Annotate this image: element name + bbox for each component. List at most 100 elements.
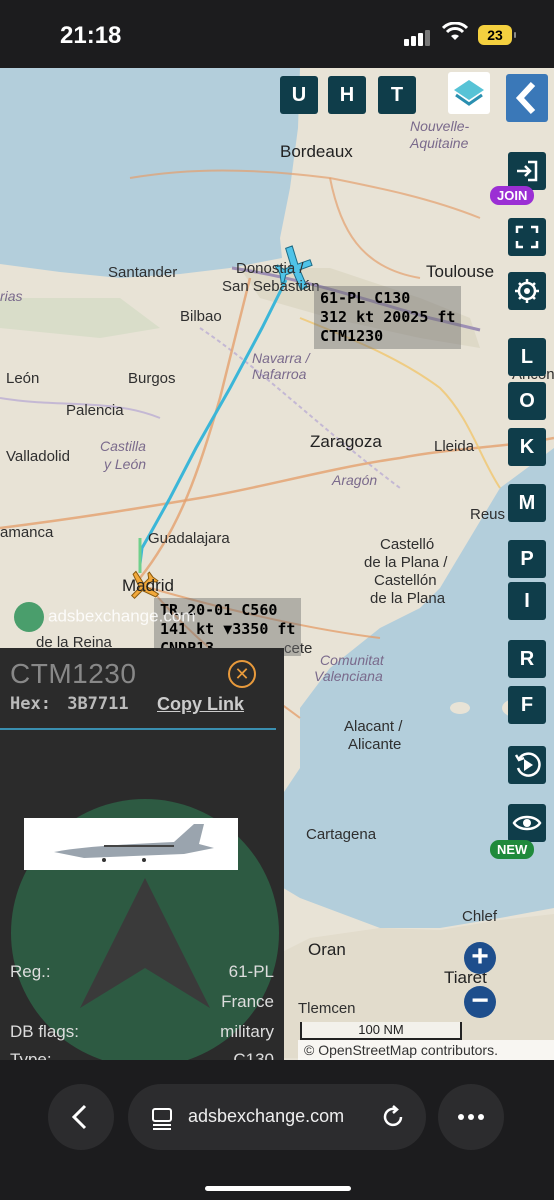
k-button[interactable]: K [508, 428, 546, 466]
map-label: Aquitaine [410, 135, 469, 151]
map-label: Donostia / [236, 260, 304, 277]
aircraft-info-panel: CTM1230 ✕ Hex: 3B7711 Copy Link Reg.: 61… [0, 648, 284, 1060]
watermark-text: adsbexchange.com [48, 606, 196, 626]
layers-button[interactable] [448, 72, 490, 114]
new-badge: NEW [490, 840, 535, 859]
map-label: Oran [308, 940, 346, 959]
aircraft-label-line1: 61-PL C130 [320, 289, 411, 307]
settings-button[interactable] [508, 272, 546, 310]
battery-icon: 23 [478, 25, 516, 45]
info-key: Type: [10, 1050, 52, 1060]
hex-value: 3B7711 [67, 694, 129, 714]
close-icon: ✕ [234, 664, 250, 684]
r-button[interactable]: R [508, 640, 546, 678]
p-button[interactable]: P [508, 540, 546, 578]
zoom-in-button[interactable]: + [464, 942, 496, 974]
address-bar[interactable]: adsbexchange.com [128, 1084, 426, 1150]
map-label: Castellón [374, 572, 437, 589]
aircraft-label-line3: CTM1230 [320, 327, 384, 345]
map-label: Nouvelle- [410, 118, 470, 134]
aircraft-photo[interactable] [24, 818, 238, 870]
map-label: Chlef [462, 908, 498, 925]
map-label: y León [104, 456, 147, 472]
more-icon [458, 1114, 484, 1120]
fullscreen-icon [515, 225, 539, 249]
scale-bar: 100 NM [300, 1022, 462, 1040]
info-value: 61-PL [228, 962, 274, 981]
join-badge[interactable]: JOIN [490, 186, 535, 205]
map-label: Reus [470, 506, 506, 523]
layers-icon [454, 80, 484, 106]
map-label: Castelló [380, 536, 435, 553]
home-indicator [205, 1186, 351, 1191]
map-label: Castilla [100, 438, 146, 454]
replay-button[interactable] [508, 746, 546, 784]
chevron-left-icon [71, 1104, 87, 1130]
map-label: de la Plana [370, 590, 446, 607]
gear-icon [515, 279, 539, 303]
map-label: amanca [0, 524, 54, 541]
back-button[interactable] [48, 1084, 114, 1150]
f-button[interactable]: F [508, 686, 546, 724]
fullscreen-button[interactable] [508, 218, 546, 256]
reader-icon [152, 1108, 172, 1130]
u-button[interactable]: U [280, 76, 318, 114]
map-label: León [6, 370, 40, 387]
reload-icon[interactable] [380, 1104, 406, 1130]
map-label: Santander [108, 264, 178, 281]
map-label: Burgos [128, 370, 176, 387]
map-label: Alacant / [344, 718, 403, 735]
map-label: Valenciana [314, 668, 383, 684]
divider [0, 728, 276, 730]
status-bar: 21:18 23 [0, 0, 554, 68]
map-label: Guadalajara [148, 530, 230, 547]
panel-callsign: CTM1230 [10, 658, 137, 689]
h-button[interactable]: H [328, 76, 366, 114]
t-button[interactable]: T [378, 76, 416, 114]
close-button[interactable]: ✕ [228, 660, 256, 688]
browser-toolbar: adsbexchange.com [0, 1060, 554, 1200]
map-label: Tlemcen [298, 1000, 356, 1017]
map-label: Valladolid [6, 448, 70, 465]
info-value: military [220, 1022, 274, 1041]
map-label: Lleida [434, 438, 475, 455]
watermark: adsbexchange.com [14, 602, 195, 632]
map-label: Palencia [66, 402, 124, 419]
map-label: de la Plana / [364, 554, 448, 571]
map-label: Zaragoza [310, 432, 382, 451]
map-label: Comunitat [320, 652, 384, 668]
o-button[interactable]: O [508, 382, 546, 420]
login-button[interactable] [508, 152, 546, 190]
map-label: San Sebastián [222, 278, 320, 295]
info-key: DB flags: [10, 1022, 79, 1041]
map-label: rias [0, 288, 23, 304]
collapse-sidebar-button[interactable] [506, 74, 548, 122]
aircraft-photo-icon [54, 824, 214, 862]
info-key: Reg.: [10, 962, 51, 981]
l-button[interactable]: L [508, 338, 546, 376]
map-label: Bilbao [180, 308, 222, 325]
m-button[interactable]: M [508, 484, 546, 522]
hex-label: Hex: [10, 694, 51, 714]
replay-icon [514, 752, 541, 777]
eye-icon [512, 815, 542, 831]
more-button[interactable] [438, 1084, 504, 1150]
map-label: Aragón [332, 472, 378, 488]
map-label: Cartagena [306, 826, 377, 843]
view-button[interactable] [508, 804, 546, 842]
info-value: France [221, 992, 274, 1011]
map-label: Toulouse [426, 262, 495, 281]
map-label: Bordeaux [280, 142, 353, 161]
i-button[interactable]: I [508, 582, 546, 620]
wifi-icon [442, 22, 468, 40]
map-credit: © OpenStreetMap contributors. [298, 1040, 554, 1060]
zoom-out-button[interactable]: − [464, 986, 496, 1018]
hex-row: Hex: 3B7711 [10, 694, 129, 714]
signal-icon [404, 28, 432, 46]
copy-link-button[interactable]: Copy Link [157, 694, 244, 715]
aircraft-label[interactable]: 61-PL C130 312 kt 20025 ft CTM1230 [314, 286, 462, 349]
adsb-logo-icon [14, 602, 44, 632]
map-label: Nafarroa [252, 366, 307, 382]
map-label: Alicante [348, 736, 402, 753]
map-label: Madrid [122, 576, 174, 595]
